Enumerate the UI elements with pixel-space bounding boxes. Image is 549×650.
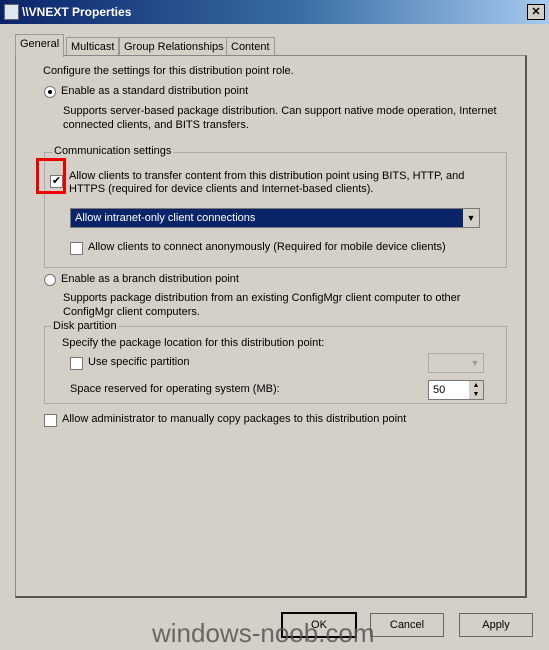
space-label: Space reserved for operating system (MB)… bbox=[70, 383, 280, 395]
standard-radio[interactable] bbox=[44, 86, 56, 98]
tab-general[interactable]: General bbox=[15, 34, 65, 57]
manual-copy-label[interactable]: Allow administrator to manually copy pac… bbox=[62, 413, 406, 425]
partition-select[interactable]: ▼ bbox=[428, 353, 484, 373]
close-button[interactable]: ✕ bbox=[527, 4, 545, 20]
spinner-icon[interactable]: ▲ ▼ bbox=[469, 381, 483, 399]
properties-icon bbox=[4, 4, 19, 20]
standard-desc: Supports server-based package distributi… bbox=[63, 105, 497, 131]
standard-label[interactable]: Enable as a standard distribution point bbox=[61, 85, 248, 97]
connection-select[interactable]: Allow intranet-only client connections ▼ bbox=[70, 208, 480, 228]
use-partition-checkbox[interactable] bbox=[70, 357, 83, 370]
tab-group-relationships[interactable]: Group Relationships bbox=[119, 37, 229, 56]
title-bar: \\VNEXT Properties ✕ bbox=[0, 0, 549, 24]
allow-transfer-label[interactable]: Allow clients to transfer content from t… bbox=[69, 170, 479, 196]
manual-copy-checkbox[interactable] bbox=[44, 414, 57, 427]
window-title: \\VNEXT Properties bbox=[22, 5, 132, 19]
chevron-down-icon[interactable]: ▼ bbox=[467, 354, 483, 372]
tab-multicast[interactable]: Multicast bbox=[66, 37, 120, 56]
branch-radio[interactable] bbox=[44, 274, 56, 286]
communication-legend: Communication settings bbox=[52, 145, 174, 157]
disk-legend: Disk partition bbox=[51, 320, 119, 332]
anonymous-checkbox[interactable] bbox=[70, 242, 83, 255]
tab-content[interactable]: Content bbox=[226, 37, 275, 56]
apply-button[interactable]: Apply bbox=[459, 613, 533, 637]
anonymous-label[interactable]: Allow clients to connect anonymously (Re… bbox=[88, 241, 446, 253]
connection-select-value: Allow intranet-only client connections bbox=[75, 212, 256, 224]
use-partition-label[interactable]: Use specific partition bbox=[88, 356, 190, 368]
intro-text: Configure the settings for this distribu… bbox=[43, 65, 294, 77]
chevron-down-icon[interactable]: ▼ bbox=[463, 209, 479, 227]
watermark: windows-noob.com bbox=[152, 618, 375, 648]
disk-desc: Specify the package location for this di… bbox=[62, 337, 325, 349]
branch-desc: Supports package distribution from an ex… bbox=[63, 292, 461, 318]
space-input[interactable]: 50 ▲ ▼ bbox=[428, 380, 484, 400]
branch-label[interactable]: Enable as a branch distribution point bbox=[61, 273, 239, 285]
cancel-button[interactable]: Cancel bbox=[370, 613, 444, 637]
allow-transfer-checkbox[interactable]: ✔ bbox=[50, 175, 63, 188]
space-value: 50 bbox=[433, 384, 446, 396]
